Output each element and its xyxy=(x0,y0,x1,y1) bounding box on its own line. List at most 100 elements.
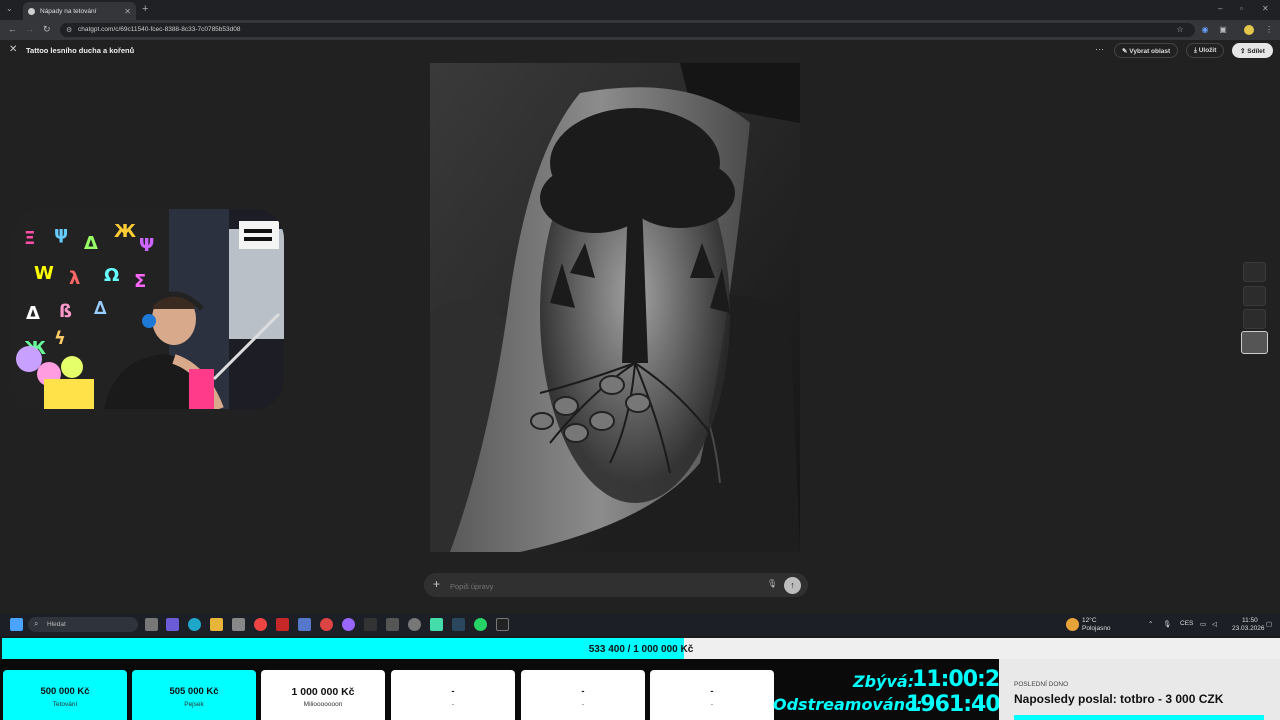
chatgpt-favicon-icon xyxy=(28,7,35,15)
donation-progress-bar: 533 400 / 1 000 000 Kč xyxy=(2,638,1280,659)
app-icon[interactable] xyxy=(386,618,399,631)
chrome-icon[interactable] xyxy=(254,618,267,631)
volume-icon[interactable]: ◁ xyxy=(1212,620,1217,628)
app-icon[interactable] xyxy=(320,618,333,631)
send-button[interactable]: ↑ xyxy=(784,577,801,594)
tray-chevron-icon[interactable]: ⌃ xyxy=(1148,620,1153,628)
steam-icon[interactable] xyxy=(452,618,465,631)
browser-menu-icon[interactable]: ⋮ xyxy=(1264,25,1274,35)
edge-icon[interactable] xyxy=(188,618,201,631)
add-attachment-icon[interactable]: + xyxy=(433,577,440,591)
svg-text:ß: ß xyxy=(59,301,72,322)
svg-text:Σ: Σ xyxy=(134,271,146,292)
svg-text:Ξ: Ξ xyxy=(24,228,35,249)
variant-thumbnail[interactable] xyxy=(1243,286,1266,306)
back-icon[interactable]: ← xyxy=(8,24,17,34)
microphone-tray-icon[interactable]: 🎙 xyxy=(1163,620,1171,628)
goal-amount: 1 000 000 Kč xyxy=(291,686,355,698)
app-icon[interactable] xyxy=(496,618,509,631)
goal-card: 500 000 Kč Tetování xyxy=(3,670,127,720)
search-icon: ⌕ xyxy=(34,619,39,628)
maximize-icon[interactable]: ▫ xyxy=(1240,4,1243,13)
select-area-button[interactable]: ✎ Vybrat oblast xyxy=(1114,43,1179,58)
forward-icon[interactable]: → xyxy=(25,24,34,34)
profile-avatar-icon[interactable] xyxy=(1244,25,1254,35)
weather-icon xyxy=(1066,618,1079,631)
edit-prompt-bar: + 🎙 ↑ xyxy=(424,573,808,597)
last-donation-text: Naposledy poslal: totbro - 3 000 CZK xyxy=(1014,692,1224,706)
goal-label: - xyxy=(710,701,714,708)
obs-icon[interactable] xyxy=(342,618,355,631)
url-text: chatgpt.com/c/69c11540-fcec-8388-8c33-7c… xyxy=(78,26,241,33)
store-icon[interactable] xyxy=(232,618,245,631)
address-bar[interactable]: ⚙ chatgpt.com/c/69c11540-fcec-8388-8c33-… xyxy=(60,23,1195,37)
new-tab-button[interactable]: + xyxy=(142,3,148,15)
reload-icon[interactable]: ↻ xyxy=(43,24,51,35)
goal-label: Miliooooooon xyxy=(303,701,343,708)
clock-time[interactable]: 11:50 xyxy=(1242,617,1258,624)
svg-text:ψ: ψ xyxy=(54,223,68,244)
bookmark-star-icon[interactable]: ☆ xyxy=(1175,25,1185,35)
last-donation-panel: POSLEDNÍ DONO Naposledy poslal: totbro -… xyxy=(999,659,1280,720)
share-button[interactable]: ⇪ Sdílet xyxy=(1232,43,1273,58)
share-label: Sdílet xyxy=(1247,48,1265,55)
page-title: Tattoo lesního ducha a kořenů xyxy=(26,46,135,55)
whatsapp-icon[interactable] xyxy=(474,618,487,631)
variant-thumbnail[interactable] xyxy=(1243,262,1266,282)
goal-card: 505 000 Kč Pejsek xyxy=(132,670,256,720)
svg-text:∆: ∆ xyxy=(94,298,107,319)
extension-icon[interactable]: ◉ xyxy=(1200,25,1210,35)
tab-search-icon[interactable]: ⌄ xyxy=(6,4,13,13)
goal-amount: 500 000 Kč xyxy=(40,686,90,697)
goal-amount: - xyxy=(581,686,585,697)
app-icon[interactable] xyxy=(364,618,377,631)
goal-amount: 505 000 Kč xyxy=(169,686,219,697)
taskbar-search[interactable]: ⌕ Hledat xyxy=(28,617,138,632)
close-window-icon[interactable]: ✕ xyxy=(1262,4,1269,13)
goal-label: Tetování xyxy=(52,701,78,708)
save-button[interactable]: ⤓ Uložit xyxy=(1186,43,1225,58)
generated-tattoo-image xyxy=(430,63,800,552)
app-icon[interactable] xyxy=(430,618,443,631)
notifications-icon[interactable]: ▢ xyxy=(1266,620,1272,628)
svg-text:Δ: Δ xyxy=(26,303,40,324)
language-indicator[interactable]: CES xyxy=(1180,620,1193,627)
goal-label: Pejsek xyxy=(184,701,204,708)
windows-start-icon[interactable] xyxy=(10,618,23,631)
svg-text:Δ: Δ xyxy=(84,233,98,254)
tattoo-illustration xyxy=(430,63,800,552)
clock-date[interactable]: 23.03.2026 xyxy=(1232,625,1265,632)
security-shield-icon[interactable] xyxy=(298,618,311,631)
browser-toolbar: ← → ↻ ⚙ chatgpt.com/c/69c11540-fcec-8388… xyxy=(0,20,1280,40)
streamed-label: Odstreamováno: xyxy=(773,695,923,714)
last-donation-heading: POSLEDNÍ DONO xyxy=(1014,681,1069,688)
acrobat-icon[interactable] xyxy=(276,618,289,631)
browser-tab[interactable]: Nápady na tetování ✕ xyxy=(23,2,136,20)
file-explorer-icon[interactable] xyxy=(210,618,223,631)
weather-temp: 12°C xyxy=(1082,617,1097,624)
browser-tab-bar: ⌄ Nápady na tetování ✕ + – ▫ ✕ xyxy=(0,0,1280,20)
microphone-icon[interactable]: 🎙 xyxy=(767,579,777,588)
donation-progress-text: 533 400 / 1 000 000 Kč xyxy=(588,644,694,655)
task-view-icon[interactable] xyxy=(145,618,158,631)
close-editor-icon[interactable]: ✕ xyxy=(9,44,17,55)
edit-prompt-input[interactable] xyxy=(450,580,750,592)
svg-text:ϟ: ϟ xyxy=(54,328,66,349)
goal-card: -- xyxy=(650,670,774,720)
site-info-icon[interactable]: ⚙ xyxy=(66,26,72,34)
tab-close-icon[interactable]: ✕ xyxy=(124,7,131,16)
minimize-icon[interactable]: – xyxy=(1218,4,1222,13)
variant-thumbnail[interactable] xyxy=(1243,309,1266,329)
extensions-menu-icon[interactable]: ▣ xyxy=(1218,25,1228,35)
svg-text:Ω: Ω xyxy=(104,265,119,286)
variant-thumbnail-selected[interactable] xyxy=(1241,331,1268,354)
last-donation-accent-bar xyxy=(1014,715,1264,720)
network-icon[interactable]: ▭ xyxy=(1200,620,1206,628)
webcam-overlay: Ξψ ΔЖ ΨW λΩ Δß ∆Ж ϟΣ xyxy=(14,209,284,409)
settings-gear-icon[interactable] xyxy=(408,618,421,631)
goal-label: - xyxy=(451,701,455,708)
teams-icon[interactable] xyxy=(166,618,179,631)
more-options-icon[interactable]: ··· xyxy=(1095,44,1104,54)
goal-label: - xyxy=(581,701,585,708)
goal-card: 1 000 000 Kč Miliooooooon xyxy=(261,670,385,720)
